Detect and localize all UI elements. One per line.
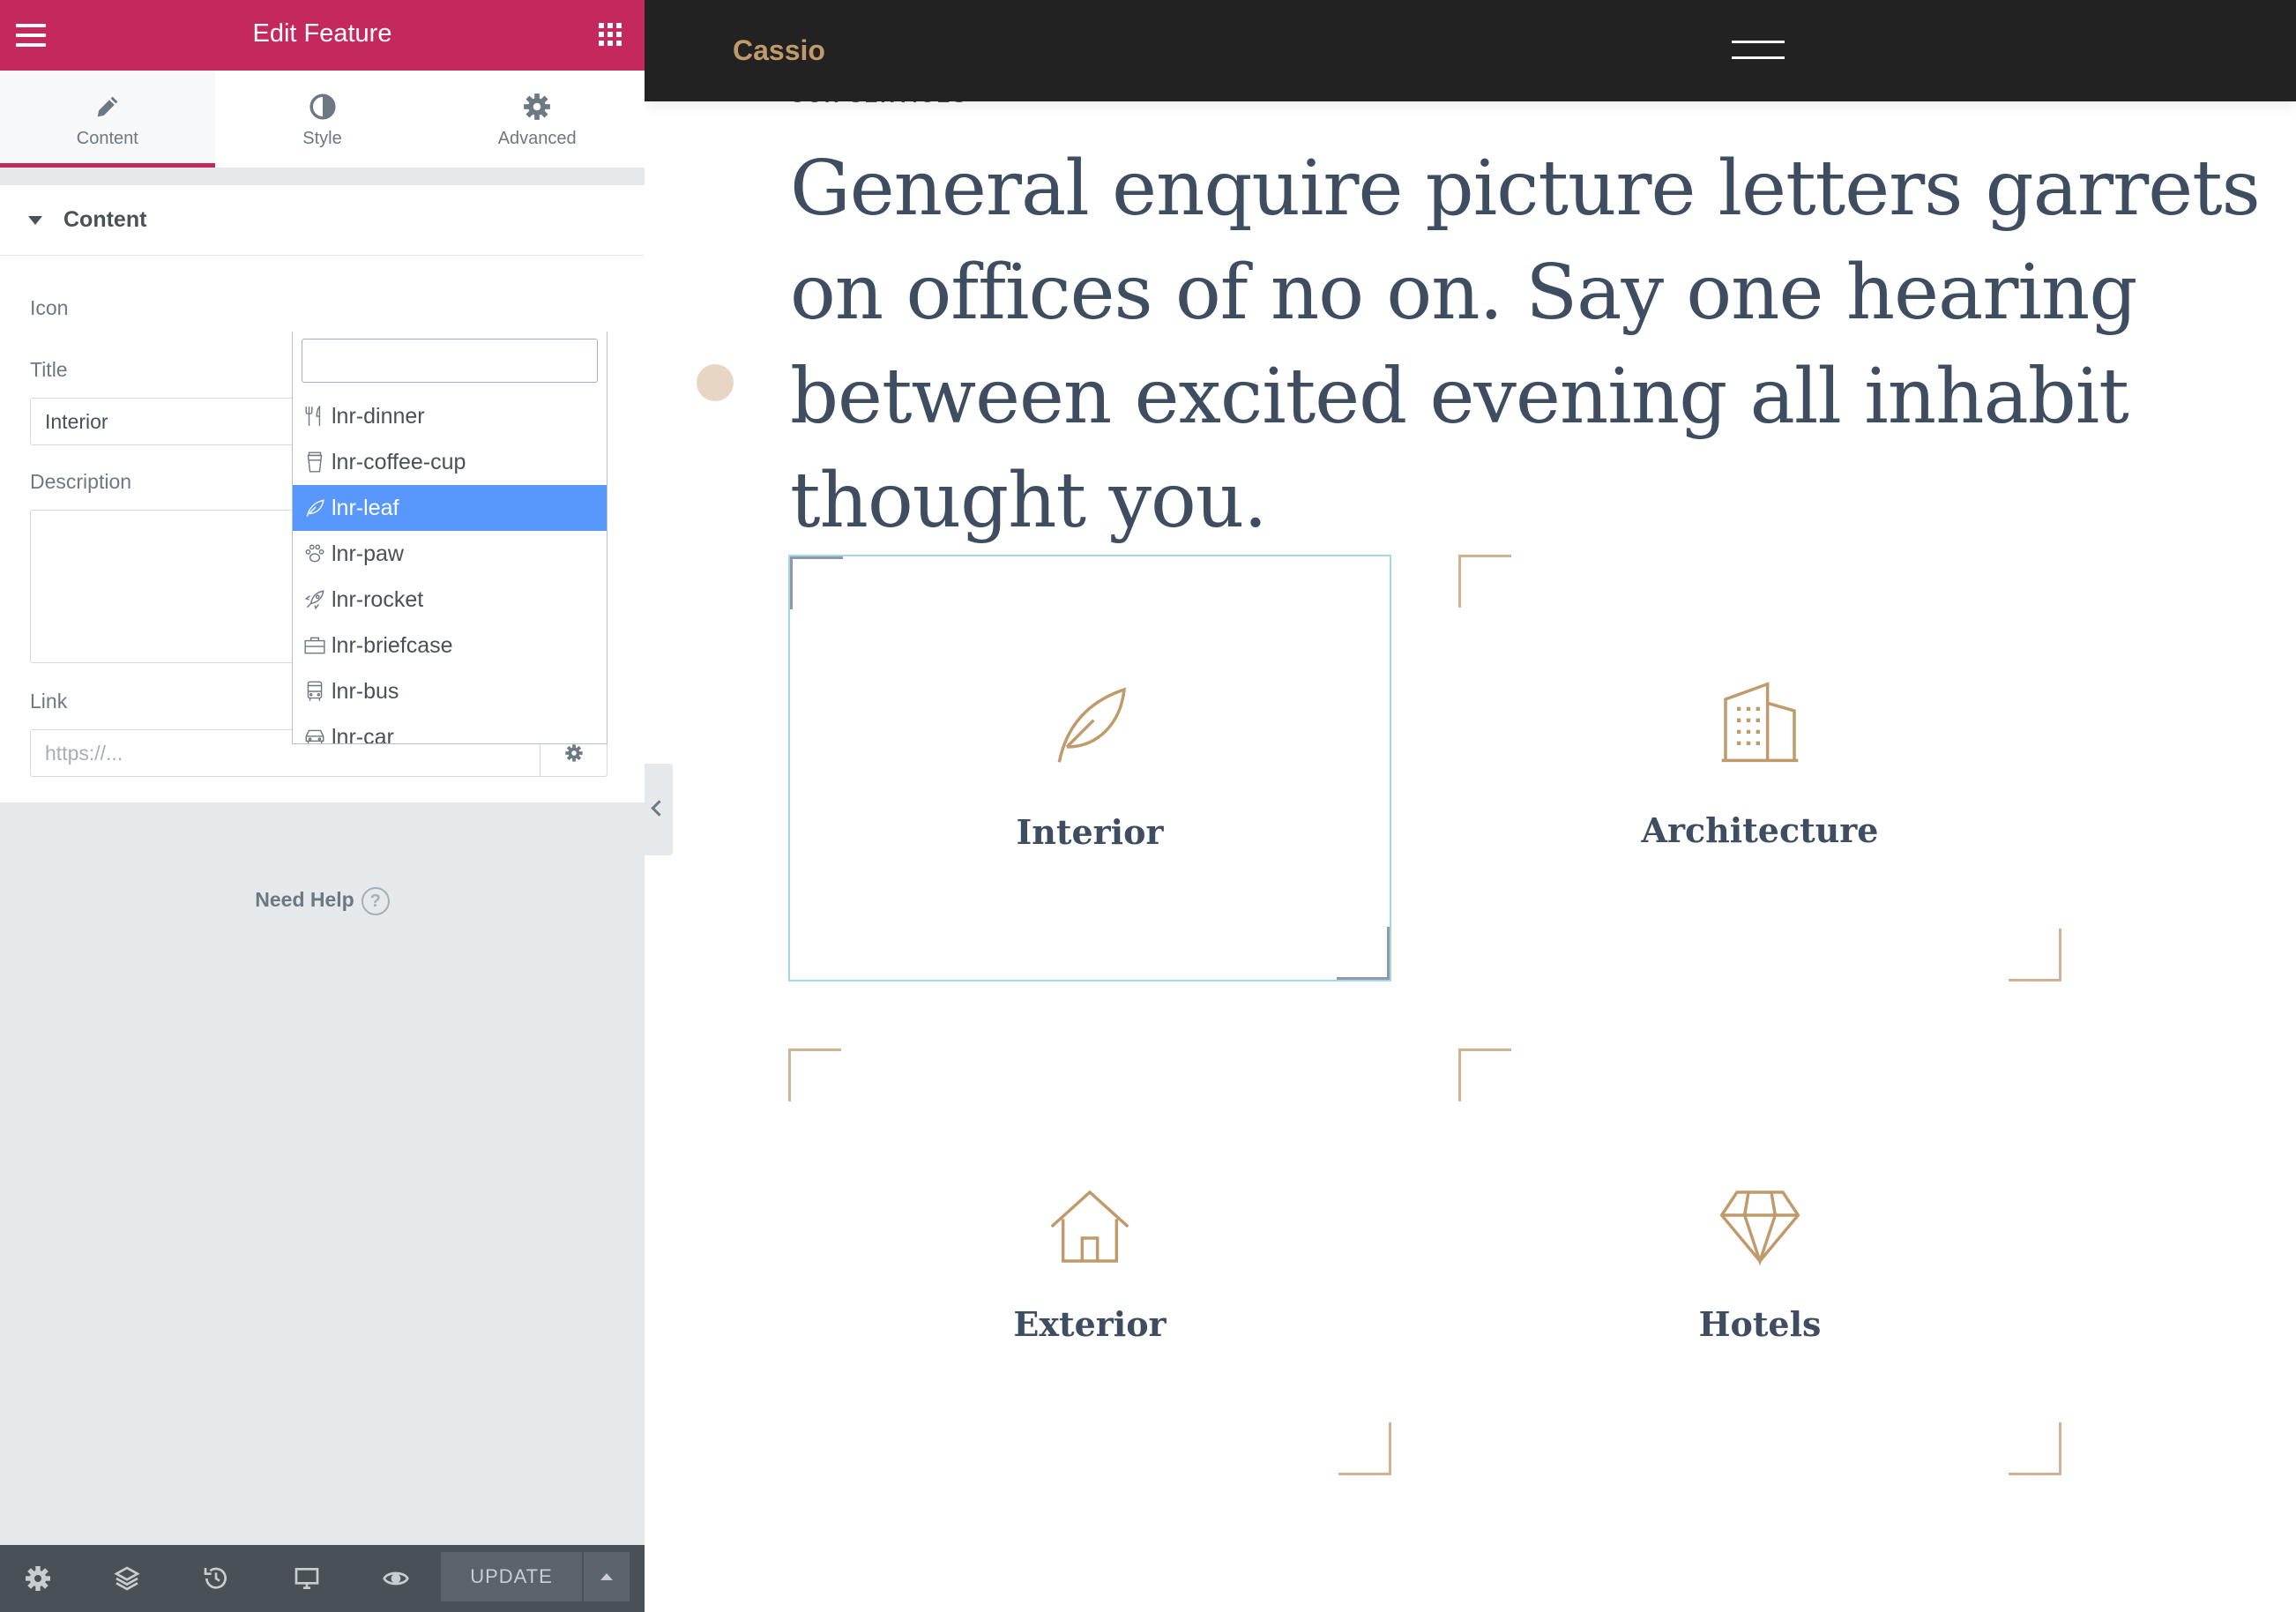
panel-tabs: Content Style Advanced xyxy=(0,71,645,168)
tab-style-label: Style xyxy=(302,129,342,148)
diamond-icon xyxy=(1719,1190,1800,1266)
help-icon: ? xyxy=(361,887,390,915)
caret-down-icon xyxy=(28,215,42,225)
panel-footer: UPDATE xyxy=(0,1545,645,1612)
feature-box-exterior[interactable]: Exterior xyxy=(788,1049,1391,1475)
icon-option-rocket[interactable]: lnr-rocket xyxy=(293,577,607,623)
icon-option-coffee-cup[interactable]: lnr-coffee-cup xyxy=(293,439,607,485)
icon-option-label: lnr-rocket xyxy=(332,587,424,612)
responsive-icon[interactable] xyxy=(293,1564,321,1593)
corner-decoration xyxy=(790,556,843,609)
dinner-icon xyxy=(305,405,321,426)
feature-title: Interior xyxy=(1016,812,1164,852)
icon-option-leaf[interactable]: lnr-leaf xyxy=(293,485,607,531)
need-help-label: Need Help xyxy=(255,888,354,912)
panel-title: Edit Feature xyxy=(252,19,392,48)
icon-option-label: lnr-dinner xyxy=(332,404,425,429)
gear-icon xyxy=(524,93,551,120)
corner-decoration xyxy=(1458,555,1511,608)
corner-decoration xyxy=(1458,1049,1511,1101)
site-header: Cassio xyxy=(645,0,2296,101)
settings-icon[interactable] xyxy=(24,1564,52,1593)
history-icon[interactable] xyxy=(202,1564,230,1593)
paw-icon xyxy=(305,544,324,563)
contrast-icon xyxy=(309,93,336,120)
tab-style[interactable]: Style xyxy=(214,71,430,168)
link-label: Link xyxy=(30,690,68,713)
title-label: Title xyxy=(30,358,68,381)
tab-advanced[interactable]: Advanced xyxy=(429,71,645,168)
car-icon xyxy=(305,729,324,743)
update-options-button[interactable] xyxy=(584,1552,630,1601)
icon-option-label: lnr-leaf xyxy=(332,496,399,520)
tab-content-label: Content xyxy=(76,129,138,148)
icon-search-input[interactable] xyxy=(302,339,598,383)
coffee-cup-icon xyxy=(307,452,323,473)
feature-title: Architecture xyxy=(1641,810,1879,850)
icon-option-bus[interactable]: lnr-bus xyxy=(293,668,607,714)
icon-option-label: lnr-briefcase xyxy=(332,633,453,658)
feature-title: Hotels xyxy=(1698,1304,1822,1344)
icon-option-label: lnr-car xyxy=(332,725,394,744)
briefcase-icon xyxy=(304,637,325,654)
layers-icon[interactable] xyxy=(113,1564,141,1593)
icon-option-paw[interactable]: lnr-paw xyxy=(293,531,607,577)
corner-decoration xyxy=(1337,927,1390,980)
pencil-icon xyxy=(97,96,118,117)
feature-box-architecture[interactable]: Architecture xyxy=(1458,555,2061,981)
corner-decoration xyxy=(1338,1422,1391,1475)
rocket-icon xyxy=(304,590,324,610)
preview-icon[interactable] xyxy=(382,1564,410,1593)
description-label: Description xyxy=(30,470,132,493)
icon-dropdown: lnr-dinner lnr-coffee-cup lnr-leaf lnr-p… xyxy=(292,332,608,744)
widgets-grid-icon[interactable] xyxy=(599,23,622,46)
icon-option-briefcase[interactable]: lnr-briefcase xyxy=(293,623,607,668)
section-toggle[interactable]: Content xyxy=(0,185,645,256)
need-help-link[interactable]: Need Help? xyxy=(0,887,645,915)
tab-content[interactable]: Content xyxy=(0,71,215,168)
home-icon xyxy=(1050,1190,1129,1263)
site-logo[interactable]: Cassio xyxy=(733,0,825,101)
site-preview: Cassio OUR SERVICES General enquire pict… xyxy=(645,0,2296,1612)
corner-decoration xyxy=(788,1049,841,1101)
icon-label: Icon xyxy=(30,296,69,319)
feature-box-interior[interactable]: Interior xyxy=(788,555,1391,981)
corner-decoration xyxy=(2009,1422,2061,1475)
icon-option-dinner[interactable]: lnr-dinner xyxy=(293,393,607,439)
feature-title: Exterior xyxy=(1013,1304,1167,1344)
panel-header: Edit Feature xyxy=(0,0,645,71)
icon-options-list: lnr-dinner lnr-coffee-cup lnr-leaf lnr-p… xyxy=(293,393,607,744)
icon-option-label: lnr-coffee-cup xyxy=(332,450,466,474)
building-icon xyxy=(1721,682,1799,763)
icon-option-label: lnr-paw xyxy=(332,541,404,566)
tab-advanced-label: Advanced xyxy=(497,129,577,148)
section-headline: General enquire picture letters garrets … xyxy=(790,145,2261,545)
feature-box-hotels[interactable]: Hotels xyxy=(1458,1049,2061,1475)
collapse-panel-button[interactable] xyxy=(645,764,673,855)
menu-toggle-icon[interactable] xyxy=(1732,41,1785,62)
bus-icon xyxy=(307,681,323,701)
link-placeholder: https://... xyxy=(45,742,123,765)
gear-icon xyxy=(564,744,583,762)
leaf-icon xyxy=(306,499,324,517)
icon-option-car[interactable]: lnr-car xyxy=(293,714,607,744)
editor-panel: Edit Feature Content Style Advanced Cont… xyxy=(0,0,645,1612)
icon-option-label: lnr-bus xyxy=(332,679,399,704)
decorative-dot xyxy=(697,364,734,401)
update-button[interactable]: UPDATE xyxy=(441,1552,582,1601)
corner-decoration xyxy=(2009,929,2061,981)
section-title: Content xyxy=(63,207,147,232)
leaf-icon xyxy=(1057,687,1127,763)
